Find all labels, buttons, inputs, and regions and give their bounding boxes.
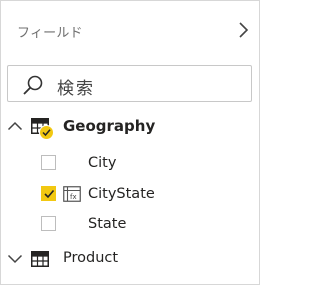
category-field-icon: fx <box>63 186 81 202</box>
chevron-right-icon <box>239 22 249 38</box>
field-name: State <box>88 216 127 232</box>
table-name: Product <box>63 250 119 266</box>
checkbox-icon[interactable] <box>41 155 56 170</box>
fields-pane: フィールド 検索 Geography City fx CityState Sta… <box>0 0 260 285</box>
field-row-citystate[interactable]: fx CityState <box>1 181 259 209</box>
collapse-pane-button[interactable] <box>235 21 251 39</box>
chevron-down-icon[interactable] <box>7 251 23 267</box>
pane-title: フィールド <box>17 26 83 41</box>
table-icon <box>31 251 49 267</box>
checkmark-badge-icon <box>39 125 54 140</box>
field-name: City <box>88 155 117 171</box>
search-input[interactable]: 検索 <box>7 65 252 102</box>
checkbox-icon[interactable] <box>41 216 56 231</box>
search-placeholder: 検索 <box>57 79 95 99</box>
field-name: CityState <box>88 186 155 202</box>
search-icon <box>23 75 43 95</box>
checkbox-checked-icon[interactable] <box>41 186 56 201</box>
field-row-city[interactable]: City <box>1 150 259 178</box>
table-name: Geography <box>63 117 156 135</box>
table-row-geography[interactable]: Geography <box>1 112 259 140</box>
field-row-state[interactable]: State <box>1 211 259 239</box>
table-row-product[interactable]: Product <box>1 245 259 273</box>
chevron-up-icon[interactable] <box>7 118 23 134</box>
svg-text:fx: fx <box>70 193 77 201</box>
